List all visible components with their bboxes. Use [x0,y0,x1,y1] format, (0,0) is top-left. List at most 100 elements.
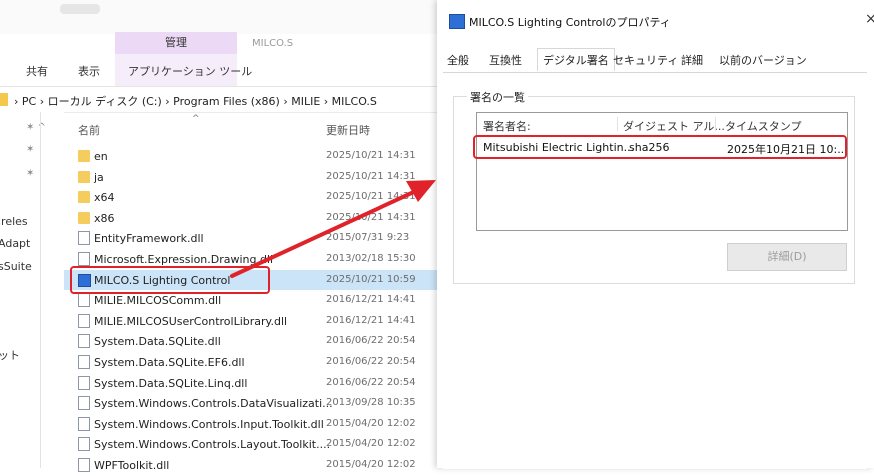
highlight-box-app [70,266,270,294]
file-name: System.Data.SQLite.EF6.dll [94,355,245,369]
file-date: 2015/07/31 9:23 [326,232,410,244]
folder-icon [78,170,90,183]
column-header-digest[interactable]: ダイジェスト アル... [623,118,725,134]
file-name: MILIE.MILCOSUserControlLibrary.dll [94,314,288,328]
file-name: System.Windows.Controls.Input.Toolkit.dl… [94,417,324,431]
highlight-box-signature [473,135,847,159]
navigation-pane: ✶ ^ ✶ ✶ ireles Adapt sSuite ット [0,112,64,468]
file-date: 2016/12/21 14:41 [326,314,416,326]
column-headers: ^ 名前 更新日時 [64,112,440,140]
dialog-title: MILCO.S Lighting Controlのプロパティ [469,16,671,29]
file-name: WPFToolkit.dll [94,458,170,472]
file-row[interactable]: ja 2025/10/21 14:31 [64,167,440,188]
file-row[interactable]: EntityFramework.dll 2015/07/31 9:23 [64,228,440,249]
app-icon [449,14,465,29]
file-date: 2025/10/21 14:31 [326,150,416,161]
file-date: 2016/12/21 14:41 [326,294,416,306]
dll-file-icon [78,354,90,369]
dll-file-icon [78,231,90,246]
file-name: ja [94,170,104,184]
tab-3[interactable]: セキュリティ [613,52,678,68]
dll-file-icon [78,313,90,328]
blurred-title [60,4,100,14]
properties-dialog: MILCO.S Lighting Controlのプロパティ × 全般 互換性 デジ… [437,0,874,469]
file-row[interactable]: System.Data.SQLite.Linq.dll 2016/06/22 20… [64,373,440,394]
file-date: 2013/02/18 15:30 [326,252,416,264]
pin-icon[interactable]: ✶ [26,168,34,179]
file-date: 2016/06/22 20:54 [326,335,416,347]
dll-file-icon [78,293,90,308]
dll-file-icon [78,375,90,390]
file-name: System.Data.SQLite.Linq.dll [94,376,248,390]
column-header-date[interactable]: 更新日時 [326,122,370,138]
column-header-signer[interactable]: 署名者名: [483,118,531,134]
tab-view[interactable]: 表示 [78,63,100,79]
file-date: 2025/10/21 14:31 [326,170,416,182]
file-row[interactable]: MILIE.MILCOSUserControlLibrary.dll 2016/1… [64,311,440,332]
pin-icon[interactable]: ✶ [26,144,34,155]
divider [40,112,41,468]
file-name: x64 [94,191,115,205]
close-icon[interactable]: × [865,11,874,27]
file-row[interactable]: en 2025/10/21 14:31 [64,146,440,167]
dll-file-icon [78,416,90,431]
signature-list-header: 署名者名: ダイジェスト アル... タイムスタンプ [477,113,847,135]
nav-item[interactable]: Adapt [0,237,30,250]
file-name: x86 [94,211,115,225]
dll-file-icon [78,334,90,349]
file-row[interactable]: System.Data.SQLite.dll 2016/06/22 20:54 [64,331,440,352]
context-tab-label: MILCO.S [252,38,294,49]
tab-manage[interactable]: 管理 [115,32,237,54]
column-header-timestamp[interactable]: タイムスタンプ [725,118,801,134]
tab-0[interactable]: 全般 [447,52,469,68]
nav-item[interactable]: ireles [0,215,28,228]
details-button[interactable]: 詳細(D) [727,243,847,271]
file-date: 2013/09/28 10:35 [326,397,416,409]
file-row[interactable]: x86 2025/10/21 14:31 [64,208,440,229]
file-row[interactable]: x64 2025/10/21 14:31 [64,187,440,208]
nav-item[interactable]: sSuite [0,260,32,273]
sort-caret-icon: ^ [192,114,200,124]
file-explorer-window: 管理 MILCO.S 共有 表示 アプリケーション ツール › PC › ローカ… [0,0,440,472]
tab-share[interactable]: 共有 [26,63,48,79]
dialog-tabs: 全般 互換性 デジタル署名 セキュリティ 詳細 以前のバージョン [447,48,867,72]
explorer-title-bar [0,0,440,34]
column-header-name[interactable]: 名前 [78,122,100,138]
tab-1[interactable]: 互換性 [489,52,522,68]
file-list: en 2025/10/21 14:31 ja 2025/10/21 14:31 x64 2… [64,146,440,476]
file-date: 2016/06/22 20:54 [326,376,416,388]
file-date: 2015/04/20 12:02 [326,417,416,429]
dll-file-icon [78,396,90,411]
tab-4[interactable]: 詳細 [681,52,703,68]
file-row[interactable]: WPFToolkit.dll 2015/04/20 12:02 [64,455,440,476]
folder-icon [78,150,90,162]
file-name: System.Windows.Controls.DataVisualizati.… [94,397,333,411]
file-name: en [94,150,108,163]
tab-2[interactable]: デジタル署名 [537,48,615,71]
divider [715,117,716,131]
tab-5[interactable]: 以前のバージョン [719,52,807,68]
file-row[interactable]: System.Data.SQLite.EF6.dll 2016/06/22 20:… [64,352,440,373]
pin-icon[interactable]: ✶ ^ [26,122,46,133]
divider [617,117,618,131]
signature-list[interactable]: 署名者名: ダイジェスト アル... タイムスタンプ Mitsubishi El… [476,112,848,231]
dll-file-icon [78,437,90,452]
file-row[interactable]: System.Windows.Controls.DataVisualizati.… [64,393,440,414]
folder-icon [0,93,8,106]
file-date: 2015/04/20 12:02 [326,438,416,450]
file-row[interactable]: System.Windows.Controls.Input.Toolkit.dl… [64,414,440,435]
file-date: 2015/04/20 12:02 [326,458,416,470]
tab-app-tools[interactable]: アプリケーション ツール [128,63,252,79]
address-bar[interactable]: › PC › ローカル ディスク (C:) › Program Files (x… [0,88,440,113]
dll-file-icon [78,251,90,266]
nav-item[interactable]: ット [0,347,20,363]
file-date: 2025/10/21 10:59 [326,273,416,285]
file-name: MILIE.MILCOSComm.dll [94,294,222,308]
dll-file-icon [78,457,90,472]
breadcrumb[interactable]: › PC › ローカル ディスク (C:) › Program Files (x… [14,93,377,109]
file-row[interactable]: System.Windows.Controls.Layout.Toolkit..… [64,434,440,455]
file-name: System.Data.SQLite.dll [94,335,221,349]
folder-icon [78,211,90,224]
file-date: 2025/10/21 14:31 [326,211,416,223]
file-name: EntityFramework.dll [94,232,204,246]
